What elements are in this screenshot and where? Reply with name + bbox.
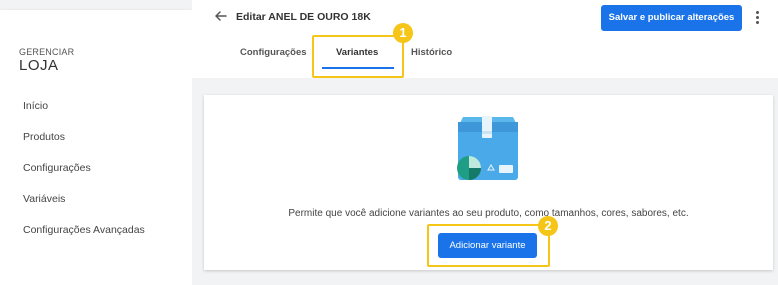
- store-label-small: GERENCIAR: [19, 47, 75, 57]
- package-box-icon: [457, 116, 518, 180]
- save-publish-button[interactable]: Salvar e publicar alterações: [601, 5, 742, 31]
- sidebar-item-variaveis[interactable]: Variáveis: [23, 189, 145, 220]
- step-badge-1: 1: [393, 23, 413, 43]
- variants-description: Permite que você adicione variantes ao s…: [288, 208, 689, 219]
- sidebar-item-produtos[interactable]: Produtos: [23, 127, 145, 158]
- store-label: LOJA: [19, 57, 59, 74]
- arrow-left-icon[interactable]: [213, 8, 229, 24]
- tab-historico[interactable]: Histórico: [411, 47, 452, 58]
- page-title: Editar ANEL DE OURO 18K: [236, 11, 371, 23]
- highlight-box-button: [427, 224, 550, 267]
- highlight-box-tab: [312, 35, 404, 78]
- sidebar: GERENCIAR LOJA Início Produtos Configura…: [0, 10, 192, 285]
- sidebar-nav: Início Produtos Configurações Variáveis …: [23, 96, 145, 251]
- tab-configuracoes[interactable]: Configurações: [240, 47, 307, 58]
- sidebar-item-inicio[interactable]: Início: [23, 96, 145, 127]
- sidebar-item-configuracoes[interactable]: Configurações: [23, 158, 145, 189]
- step-badge-2: 2: [538, 216, 558, 236]
- sidebar-item-configuracoes-avancadas[interactable]: Configurações Avançadas: [23, 220, 145, 251]
- more-vertical-icon[interactable]: [752, 10, 762, 26]
